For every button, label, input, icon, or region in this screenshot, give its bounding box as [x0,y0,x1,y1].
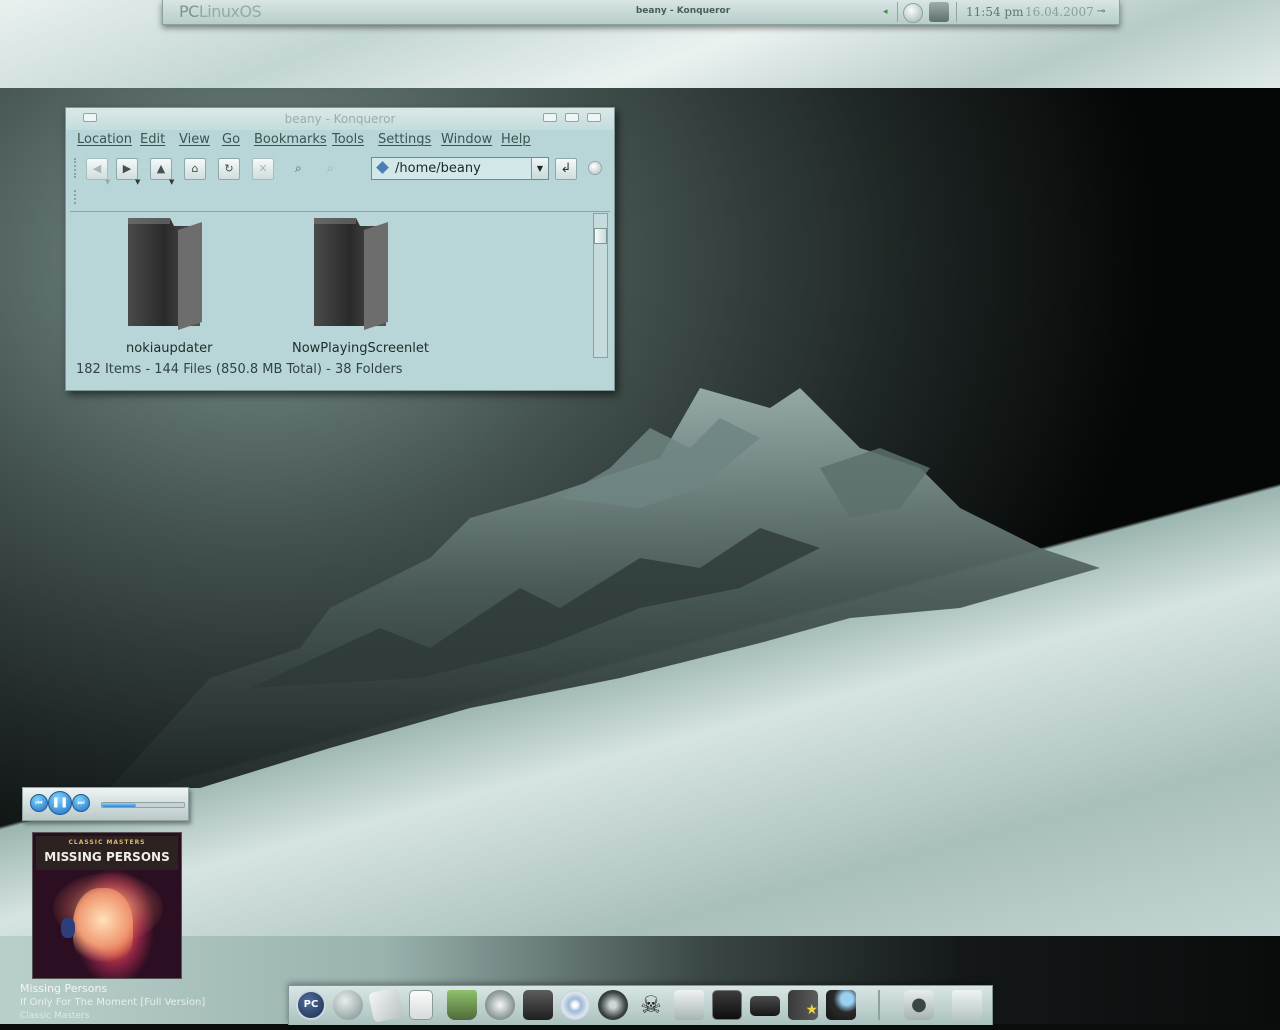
activity-throbber-icon [588,161,602,175]
document-icon[interactable] [409,990,433,1020]
camera-icon[interactable] [674,990,704,1020]
konqueror-window: beany - Konqueror Location Edit View Go … [65,107,615,391]
menu-settings[interactable]: Settings [378,132,431,147]
apple-logo-icon[interactable]: ● [904,990,934,1020]
media-disc-icon[interactable] [560,990,590,1020]
menu-view[interactable]: View [179,132,210,147]
location-toolbar-grip[interactable] [74,190,79,204]
mail-icon[interactable] [368,987,404,1023]
clock-time[interactable]: 11:54 pm [966,5,1023,19]
vertical-scrollbar[interactable] [593,213,608,358]
folder-icon [314,218,388,330]
menu-tools[interactable]: Tools [332,132,364,147]
go-enter-icon[interactable]: ↲ [555,158,577,180]
playback-progress-slider[interactable] [101,802,185,808]
disk-drive-icon[interactable] [750,996,780,1016]
top-panel: PCLinuxOS beany - Konqueror ◂ 11:54 pm 1… [162,0,1120,25]
mixer-icon[interactable] [929,2,949,22]
clock-date[interactable]: 16.04.2007 [1025,5,1094,19]
folder-location-icon [376,161,389,174]
cover-title-text: MISSING PERSONS [44,850,170,864]
network-monitor-icon[interactable] [826,990,856,1020]
menu-window[interactable]: Window [441,132,492,147]
folder-item[interactable]: nokiaupdater [122,216,212,356]
cover-series-text: CLASSIC MASTERS [68,839,146,846]
album-cover: CLASSIC MASTERS MISSING PERSONS [32,832,182,979]
menu-bar: Location Edit View Go Bookmarks Tools Se… [66,130,614,150]
location-combobox[interactable]: /home/beany ▼ [371,157,549,180]
taskbar-window-button[interactable]: beany - Konqueror [543,6,823,16]
status-bar-text: 182 Items - 144 Files (850.8 MB Total) -… [76,362,403,377]
zoom-out-icon[interactable]: ⌕ [295,161,302,176]
back-icon[interactable]: ◀ [86,158,108,180]
network-globe-icon[interactable] [333,990,363,1020]
cover-art-microphone [61,918,75,938]
forward-icon[interactable]: ▶ [116,158,138,180]
terminal-icon[interactable] [712,990,742,1020]
menu-location[interactable]: Location [77,132,132,147]
location-input[interactable]: /home/beany [395,161,481,176]
panel-separator [897,2,898,22]
skull-crossbones-icon[interactable]: ☠ [636,990,666,1020]
favorites-star-icon[interactable]: ★ [788,990,818,1020]
previous-icon[interactable]: ⏮ [30,794,48,812]
cover-art-face [73,888,133,968]
menu-edit[interactable]: Edit [140,132,165,147]
home-icon[interactable]: ⌂ [184,158,206,180]
close-button[interactable] [587,113,601,122]
folder-label: nokiaupdater [126,341,213,356]
pclinuxos-launcher-icon[interactable]: PC [296,990,326,1020]
back-history-chevron-icon[interactable]: ▼ [105,178,110,186]
toolbar-grip[interactable] [74,158,79,178]
scrollbar-thumb[interactable] [594,228,607,244]
safari-compass-icon[interactable] [598,990,628,1020]
file-view[interactable]: nokiaupdater NowPlayingScreenlet [70,211,610,384]
forward-history-chevron-icon[interactable]: ▼ [135,178,140,186]
firefox-icon[interactable] [485,990,515,1020]
dock-separator [878,990,880,1020]
volume-icon[interactable] [903,3,923,23]
lock-icon[interactable]: ⊸ [1097,6,1105,17]
folder-icon [128,218,202,330]
now-playing-album: Classic Masters [20,1011,90,1021]
menu-bookmarks[interactable]: Bookmarks [254,132,327,147]
reload-icon[interactable]: ↻ [218,158,240,180]
trash-icon[interactable] [952,990,982,1020]
up-history-chevron-icon[interactable]: ▼ [169,178,174,186]
window-titlebar[interactable]: beany - Konqueror [66,108,614,130]
window-title: beany - Konqueror [284,112,396,126]
now-playing-title: If Only For The Moment [Full Version] [20,997,206,1008]
dock: PC ☠ ★ ● [288,985,993,1025]
zoom-in-icon[interactable]: ⌕ [327,161,334,176]
next-icon[interactable]: ⏭ [72,794,90,812]
now-playing-artist: Missing Persons [20,982,108,995]
menu-help[interactable]: Help [501,132,531,147]
pencil-cup-icon[interactable] [447,990,477,1020]
playback-progress-fill [102,803,137,807]
maximize-button[interactable] [565,113,579,122]
folder-label: NowPlayingScreenlet [292,341,429,356]
pause-icon[interactable]: ❚❚ [48,791,72,815]
location-dropdown-chevron-icon[interactable]: ▼ [531,158,548,179]
media-player-widget: ⏮ ❚❚ ⏭ [22,787,189,821]
panel-separator [956,2,957,22]
folder-item[interactable]: NowPlayingScreenlet [292,216,429,356]
up-icon[interactable]: ▲ [150,158,172,180]
clapperboard-icon[interactable] [523,990,553,1020]
menu-go[interactable]: Go [222,132,240,147]
pclinuxos-logo[interactable]: PCLinuxOS [179,2,262,21]
stop-icon[interactable]: ✕ [252,158,274,180]
minimize-button[interactable] [543,113,557,122]
